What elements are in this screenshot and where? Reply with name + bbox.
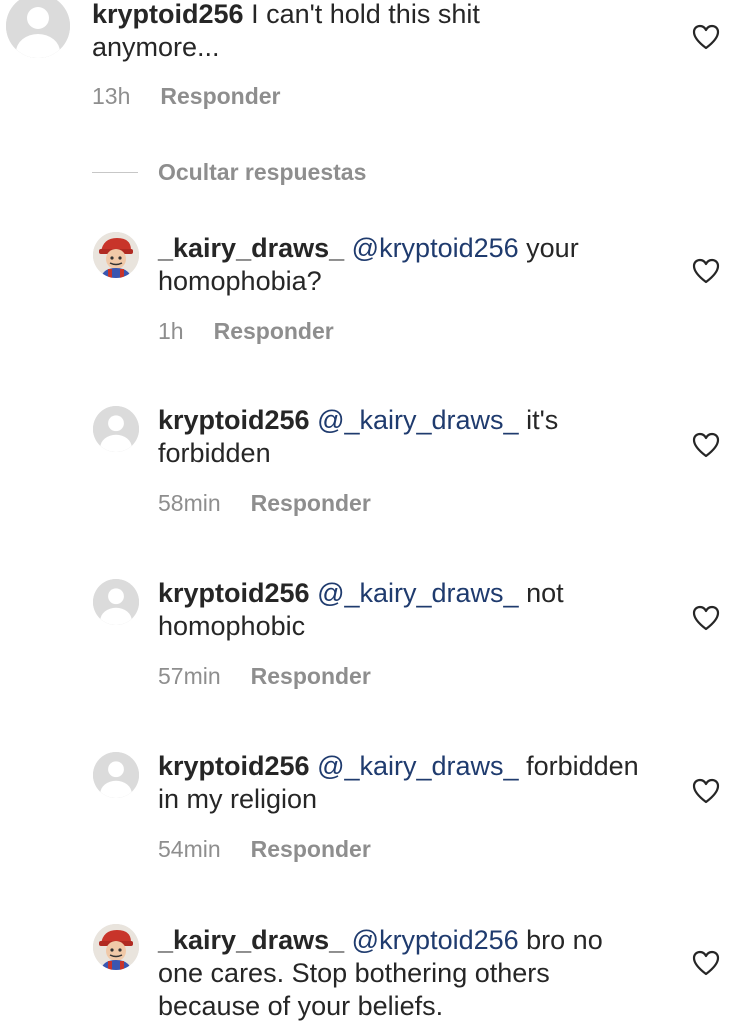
comment-mention[interactable]: @kryptoid256 (352, 233, 519, 263)
heart-outline-icon (692, 258, 720, 284)
hide-replies-divider (92, 171, 138, 173)
default-avatar-icon (93, 752, 139, 798)
default-avatar-icon (93, 579, 139, 625)
comment-text: kryptoid256 @_kairy_draws_ forbidden in … (158, 750, 648, 816)
comment-username[interactable]: kryptoid256 (158, 751, 310, 781)
comment-time: 1h (158, 318, 184, 344)
hide-replies-label[interactable]: Ocultar respuestas (158, 159, 366, 186)
heart-outline-icon (692, 24, 720, 50)
reply-button[interactable]: Responder (160, 83, 280, 109)
reply-button[interactable]: Responder (214, 318, 334, 344)
comment-meta: 1h Responder (158, 318, 334, 345)
like-button[interactable] (692, 24, 720, 50)
default-avatar-icon (93, 406, 139, 452)
comment-username[interactable]: _kairy_draws_ (158, 925, 344, 955)
comment-text: kryptoid256 @_kairy_draws_ it's forbidde… (158, 404, 648, 470)
comment-mention[interactable]: @kryptoid256 (352, 925, 519, 955)
avatar-kairy-draws[interactable] (93, 924, 139, 970)
comment-meta: 58min Responder (158, 490, 371, 517)
default-avatar-icon (6, 0, 70, 58)
reply-button[interactable]: Responder (251, 836, 371, 862)
comment-username[interactable]: kryptoid256 (92, 0, 244, 29)
comment-time: 54min (158, 836, 221, 862)
comment-mention[interactable]: @_kairy_draws_ (317, 751, 519, 781)
avatar-kryptoid256[interactable] (6, 0, 70, 58)
comment-meta: 13h Responder (92, 83, 281, 110)
comment-text: _kairy_draws_ @kryptoid256 bro no one ca… (158, 924, 648, 1023)
like-button[interactable] (692, 258, 720, 284)
comment-text: kryptoid256 I can't hold this shit anymo… (92, 0, 612, 64)
comment-time: 58min (158, 490, 221, 516)
comment-meta: 54min Responder (158, 836, 371, 863)
avatar-kryptoid256[interactable] (93, 579, 139, 625)
kairy-draws-avatar-icon (93, 232, 139, 278)
reply-button[interactable]: Responder (251, 490, 371, 516)
like-button[interactable] (692, 950, 720, 976)
comment-mention[interactable]: @_kairy_draws_ (317, 405, 519, 435)
comment-username[interactable]: kryptoid256 (158, 578, 310, 608)
comment-username[interactable]: kryptoid256 (158, 405, 310, 435)
avatar-kryptoid256[interactable] (93, 752, 139, 798)
avatar-kairy-draws[interactable] (93, 232, 139, 278)
comment-time: 57min (158, 663, 221, 689)
reply-button[interactable]: Responder (251, 663, 371, 689)
like-button[interactable] (692, 778, 720, 804)
hide-replies-toggle[interactable]: Ocultar respuestas (92, 158, 366, 186)
like-button[interactable] (692, 432, 720, 458)
comment-text: kryptoid256 @_kairy_draws_ not homophobi… (158, 577, 648, 643)
heart-outline-icon (692, 432, 720, 458)
comment-text: _kairy_draws_ @kryptoid256 your homophob… (158, 232, 648, 298)
like-button[interactable] (692, 605, 720, 631)
comment-username[interactable]: _kairy_draws_ (158, 233, 344, 263)
comment-meta: 57min Responder (158, 663, 371, 690)
comment-time: 13h (92, 83, 131, 109)
avatar-kryptoid256[interactable] (93, 406, 139, 452)
kairy-draws-avatar-icon (93, 924, 139, 970)
heart-outline-icon (692, 950, 720, 976)
heart-outline-icon (692, 605, 720, 631)
heart-outline-icon (692, 778, 720, 804)
comment-mention[interactable]: @_kairy_draws_ (317, 578, 519, 608)
